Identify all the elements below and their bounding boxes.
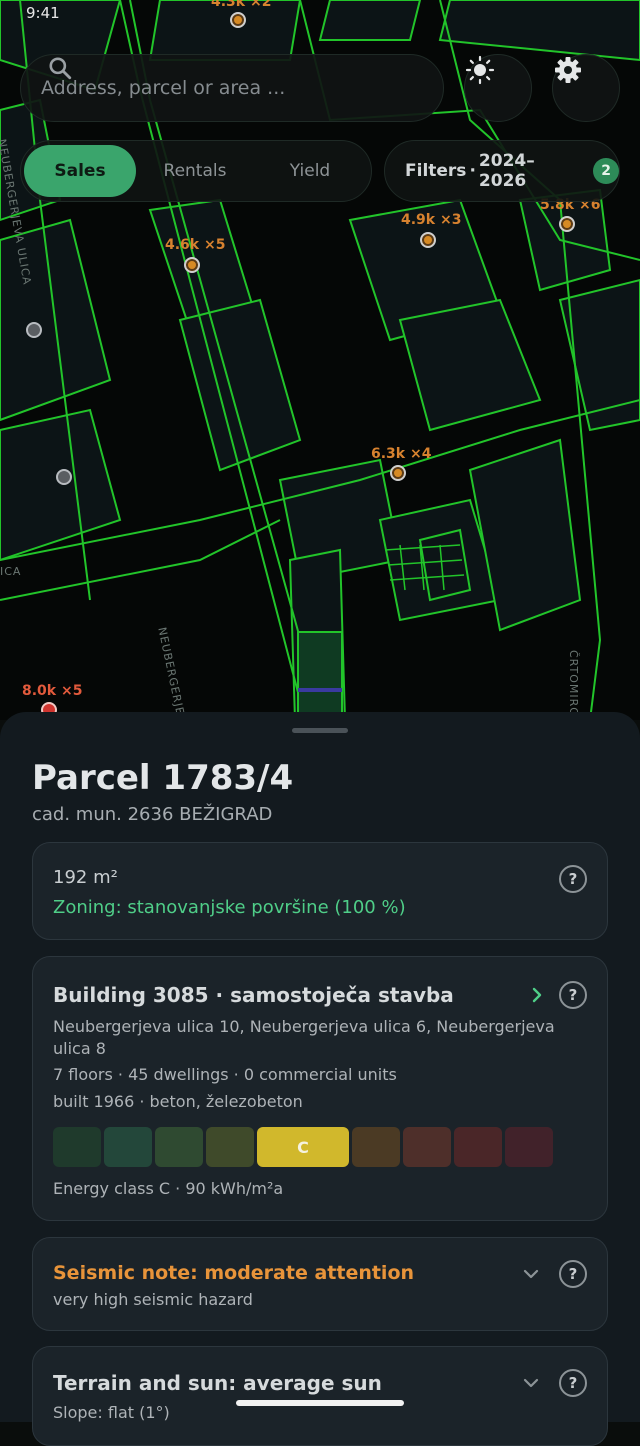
energy-segment [454,1127,502,1167]
page-title: Parcel 1783/4 [32,758,294,798]
energy-segment [206,1127,254,1167]
gear-icon [555,57,581,83]
tab-yield[interactable]: Yield [254,145,366,197]
map-marker[interactable] [26,322,42,338]
price-label: 4.9k ×3 [401,212,462,228]
filters-count-badge: 2 [593,158,619,184]
mode-tabs: Sales Rentals Yield [20,140,372,202]
home-indicator[interactable] [236,1400,404,1406]
parcel-subtitle: cad. mun. 2636 BEŽIGRAD [32,804,273,825]
energy-scale: C [53,1127,556,1167]
help-icon[interactable]: ? [559,981,587,1009]
energy-segment [155,1127,203,1167]
theme-toggle-button[interactable] [464,54,532,122]
search-icon [49,57,72,80]
chevron-down-icon[interactable] [523,1266,539,1282]
seismic-title: Seismic note: moderate attention [53,1262,415,1284]
energy-segment [505,1127,553,1167]
separator-dot: · [469,161,476,181]
energy-segment [403,1127,451,1167]
sheet-drag-handle[interactable] [292,728,348,733]
energy-segment-selected: C [257,1127,349,1167]
parcel-sheet: Parcel 1783/4 cad. mun. 2636 BEŽIGRAD 19… [0,712,640,1446]
map-marker[interactable] [56,469,72,485]
building-address: Neubergerjeva ulica 10, Neubergerjeva ul… [53,1017,555,1036]
building-built: built 1966 · beton, železobeton [53,1092,303,1111]
seismic-card[interactable]: Seismic note: moderate attention very hi… [32,1237,608,1331]
energy-segment [352,1127,400,1167]
settings-button[interactable] [552,54,620,122]
zoning-text: Zoning: stanovanjske površine (100 %) [53,897,406,918]
map-view[interactable]: 9:41 4.3k ×2 4.6k ×5 4.9k ×3 5.8k ×6 6.3… [0,0,640,720]
building-card[interactable]: Building 3085 · samostoječa stavba ? Neu… [32,956,608,1221]
filters-label: Filters [405,161,467,181]
chevron-down-icon[interactable] [523,1375,539,1391]
area-card: 192 m² Zoning: stanovanjske površine (10… [32,842,608,940]
street-label: ICA [0,565,22,578]
building-stats: 7 floors · 45 dwellings · 0 commercial u… [53,1065,397,1084]
street-label: ČRTOMIROVA [567,650,580,720]
tab-sales[interactable]: Sales [24,145,136,197]
chevron-right-icon[interactable] [529,987,545,1003]
filters-range: 2024–2026 [478,151,535,191]
energy-segment [53,1127,101,1167]
seismic-subtitle: very high seismic hazard [53,1290,253,1309]
help-icon[interactable]: ? [559,865,587,893]
price-label: 4.3k ×2 [211,0,272,10]
price-marker[interactable] [559,216,575,232]
terrain-subtitle: Slope: flat (1°) [53,1403,170,1422]
price-label: 6.3k ×4 [371,446,432,462]
search-bar[interactable] [20,54,444,122]
price-marker[interactable] [420,232,436,248]
parcel-area: 192 m² [53,867,118,888]
building-address-cont: ulica 8 [53,1039,106,1058]
price-label: 8.0k ×5 [22,683,83,699]
building-title: Building 3085 · samostoječa stavba [53,983,454,1007]
price-marker[interactable] [184,257,200,273]
search-input[interactable] [39,76,363,100]
terrain-title: Terrain and sun: average sun [53,1371,382,1395]
help-icon[interactable]: ? [559,1260,587,1288]
energy-segment [104,1127,152,1167]
sun-icon [465,55,495,85]
price-marker[interactable] [230,12,246,28]
status-time: 9:41 [26,4,60,22]
price-label: 4.6k ×5 [165,237,226,253]
price-marker[interactable] [390,465,406,481]
energy-class-text: Energy class C · 90 kWh/m²a [53,1179,284,1198]
help-icon[interactable]: ? [559,1369,587,1397]
terrain-card[interactable]: Terrain and sun: average sun Slope: flat… [32,1346,608,1446]
filters-button[interactable]: Filters · 2024–2026 2 [384,140,620,202]
tab-rentals[interactable]: Rentals [139,145,251,197]
